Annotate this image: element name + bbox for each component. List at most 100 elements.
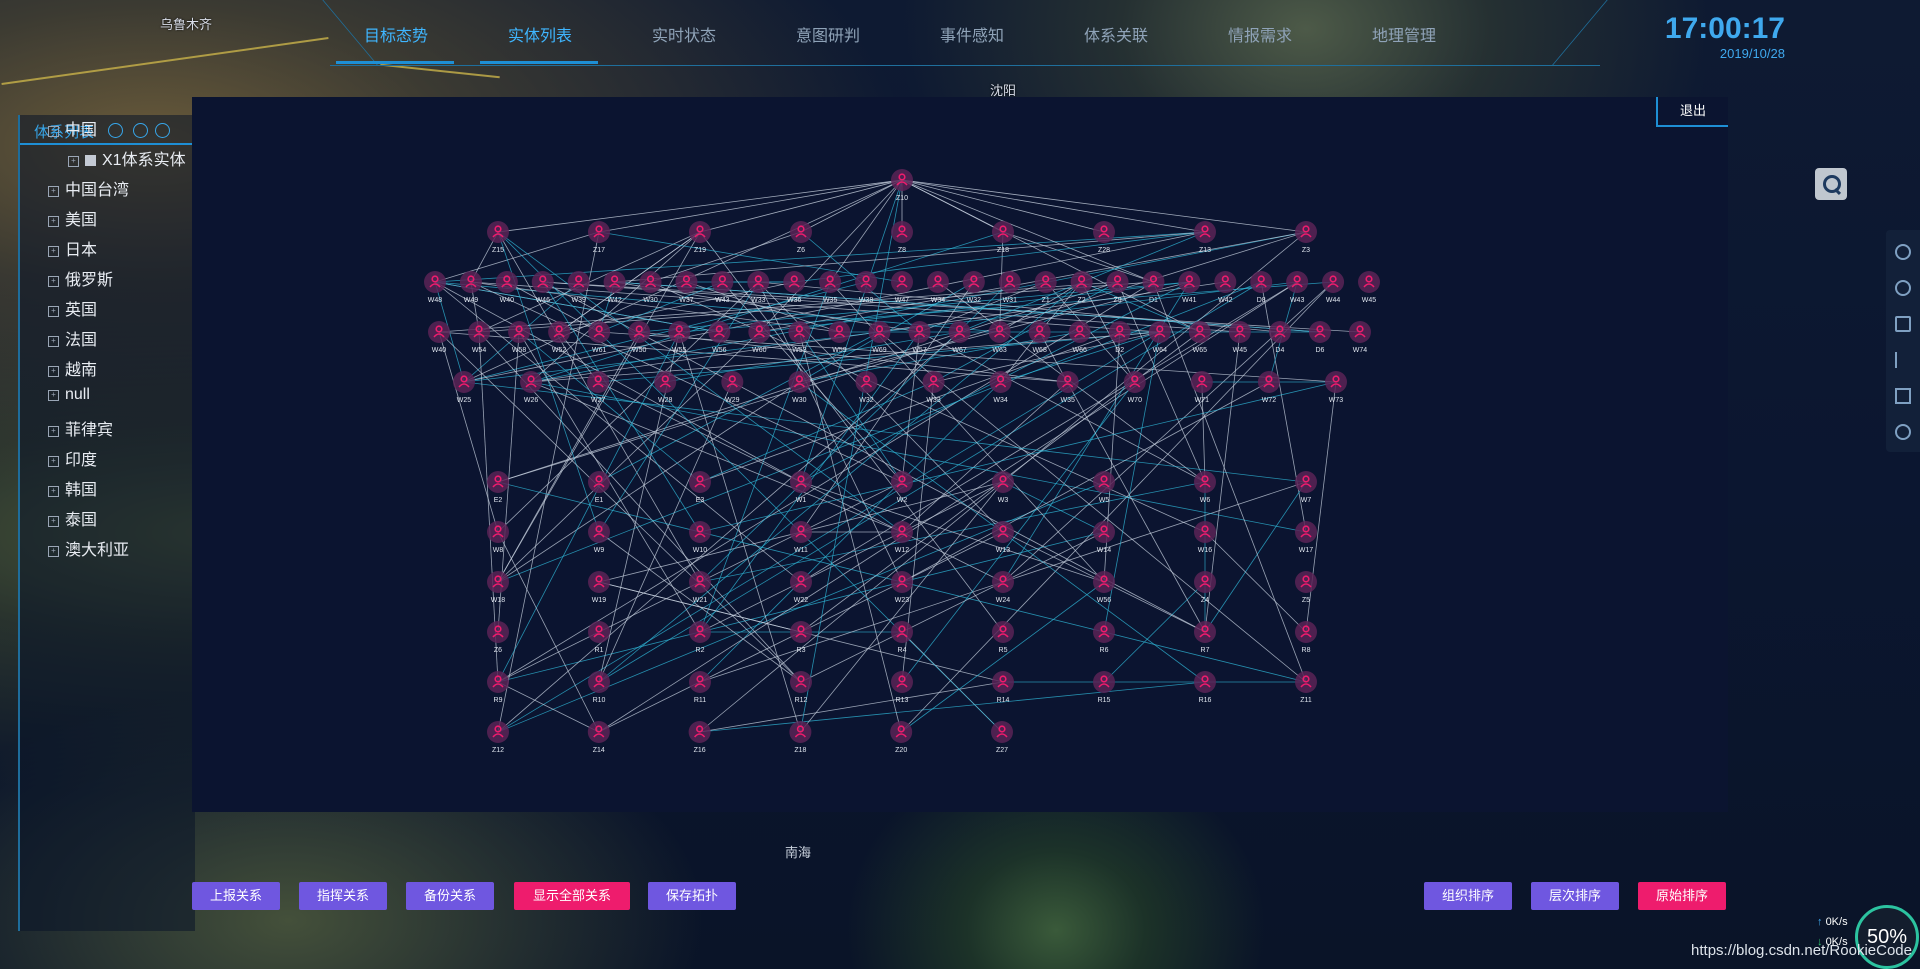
expand-icon[interactable]: +	[48, 216, 59, 227]
graph-node[interactable]: E1	[588, 471, 610, 504]
graph-node[interactable]: W52	[548, 321, 571, 354]
graph-node[interactable]: W35	[819, 271, 842, 304]
nav-tab-1[interactable]: 实体列表	[480, 22, 600, 46]
graph-node[interactable]: R10	[588, 671, 610, 704]
graph-node[interactable]: W58	[508, 321, 531, 354]
graph-node[interactable]: W41	[1178, 271, 1201, 304]
graph-node[interactable]: W70	[1123, 371, 1146, 404]
expand-icon[interactable]: +	[48, 366, 59, 377]
graph-node[interactable]: W42	[603, 271, 626, 304]
graph-node[interactable]: R8	[1295, 621, 1317, 654]
graph-node[interactable]: Z18	[789, 721, 812, 754]
graph-node[interactable]: W71	[1190, 371, 1213, 404]
action-button-2[interactable]: 备份关系	[406, 882, 494, 910]
graph-node[interactable]: W22	[790, 571, 812, 604]
tree-item[interactable]: − 中国	[48, 116, 97, 140]
expand-icon[interactable]: +	[48, 336, 59, 347]
sort-button-0[interactable]: 组织排序	[1424, 882, 1512, 910]
graph-node[interactable]: W40	[495, 271, 518, 304]
graph-node[interactable]: Z27	[991, 721, 1013, 754]
graph-node[interactable]: Z20	[890, 721, 913, 754]
graph-node[interactable]: W44	[1322, 271, 1345, 304]
graph-node[interactable]: W43	[1286, 271, 1309, 304]
tree-item[interactable]: + 日本	[48, 236, 97, 260]
action-button-0[interactable]: 上报关系	[192, 882, 280, 910]
graph-node[interactable]: Z14	[587, 721, 610, 754]
graph-node[interactable]: R15	[1093, 671, 1115, 704]
graph-node[interactable]: W32	[962, 271, 985, 304]
graph-node[interactable]: Z11	[1295, 671, 1317, 704]
graph-node[interactable]: R5	[992, 621, 1014, 654]
nav-tab-0[interactable]: 目标态势	[336, 22, 456, 46]
graph-node[interactable]: W73	[1325, 371, 1347, 404]
graph-node[interactable]: Z28	[1093, 221, 1115, 254]
graph-node[interactable]: W60	[748, 321, 771, 354]
graph-node[interactable]: W5	[1093, 471, 1115, 504]
tree-item[interactable]: + 美国	[48, 206, 97, 230]
graph-node[interactable]: Z6	[487, 621, 509, 654]
collapse-icon[interactable]: −	[48, 126, 59, 137]
sort-button-2[interactable]: 原始排序	[1638, 882, 1726, 910]
graph-node[interactable]: W72	[1257, 371, 1280, 404]
expand-icon[interactable]: +	[48, 456, 59, 467]
graph-node[interactable]: W7	[1295, 471, 1317, 504]
exit-button[interactable]: 退出	[1656, 97, 1728, 127]
graph-node[interactable]: W34	[926, 271, 949, 304]
nav-tab-7[interactable]: 地理管理	[1344, 22, 1464, 46]
graph-node[interactable]: R13	[891, 671, 913, 704]
tree-item[interactable]: + 澳大利亚	[48, 536, 129, 560]
action-button-3[interactable]: 显示全部关系	[514, 882, 630, 910]
graph-node[interactable]: W30	[639, 271, 662, 304]
tree-item[interactable]: + 英国	[48, 296, 97, 320]
expand-icon[interactable]: +	[48, 546, 59, 557]
graph-node[interactable]: Z6	[790, 221, 812, 254]
graph-node[interactable]: W56	[1093, 571, 1115, 604]
graph-node[interactable]: W23	[891, 571, 913, 604]
graph-node[interactable]: W31	[998, 271, 1021, 304]
graph-node[interactable]: W3	[992, 471, 1014, 504]
expand-icon[interactable]: +	[68, 156, 79, 167]
graph-node[interactable]: R3	[790, 621, 812, 654]
expand-icon[interactable]: +	[48, 186, 59, 197]
graph-node[interactable]: W28	[654, 371, 677, 404]
radiation-icon[interactable]	[133, 123, 148, 138]
graph-node[interactable]: R6	[1093, 621, 1115, 654]
graph-node[interactable]: W45	[1358, 271, 1380, 304]
graph-node[interactable]: W29	[721, 371, 744, 404]
graph-node[interactable]: W46	[531, 271, 554, 304]
action-button-1[interactable]: 指挥关系	[299, 882, 387, 910]
graph-node[interactable]: D6	[1308, 321, 1331, 354]
graph-node[interactable]: W49	[459, 271, 482, 304]
graph-node[interactable]: W37	[675, 271, 698, 304]
ring-icon[interactable]	[1895, 280, 1911, 296]
globe-icon[interactable]	[108, 123, 123, 138]
graph-node[interactable]: W35	[1056, 371, 1079, 404]
graph-node[interactable]: W17	[1295, 521, 1317, 554]
graph-node[interactable]: W69	[868, 321, 891, 354]
graph-node[interactable]: R12	[790, 671, 812, 704]
graph-node[interactable]: R7	[1194, 621, 1216, 654]
tree-item[interactable]: + 印度	[48, 446, 97, 470]
graph-node[interactable]: E3	[689, 471, 711, 504]
tree-item[interactable]: + 泰国	[48, 506, 97, 530]
graph-node[interactable]: Z15	[487, 221, 509, 254]
graph-node[interactable]: D4	[1268, 321, 1291, 354]
graph-node[interactable]: Z8	[891, 221, 913, 254]
graph-node[interactable]: W48	[424, 271, 446, 304]
graph-node[interactable]: W10	[689, 521, 711, 554]
graph-node[interactable]: W36	[783, 271, 806, 304]
graph-node[interactable]: W26	[520, 371, 543, 404]
graph-node[interactable]: W50	[628, 321, 651, 354]
graph-node[interactable]: Z3	[1295, 221, 1317, 254]
graph-node[interactable]: W68	[1028, 321, 1051, 354]
tree-item[interactable]: + 法国	[48, 326, 97, 350]
graph-node[interactable]: W56	[708, 321, 731, 354]
graph-node[interactable]: E2	[487, 471, 509, 504]
graph-node[interactable]: Z5	[1295, 571, 1317, 604]
graph-node[interactable]: W64	[1148, 321, 1171, 354]
graph-node[interactable]: W30	[788, 371, 811, 404]
sort-button-1[interactable]: 层次排序	[1531, 882, 1619, 910]
nav-tab-4[interactable]: 事件感知	[912, 22, 1032, 46]
graph-node[interactable]: W13	[992, 521, 1014, 554]
graph-node[interactable]: W33	[922, 371, 945, 404]
